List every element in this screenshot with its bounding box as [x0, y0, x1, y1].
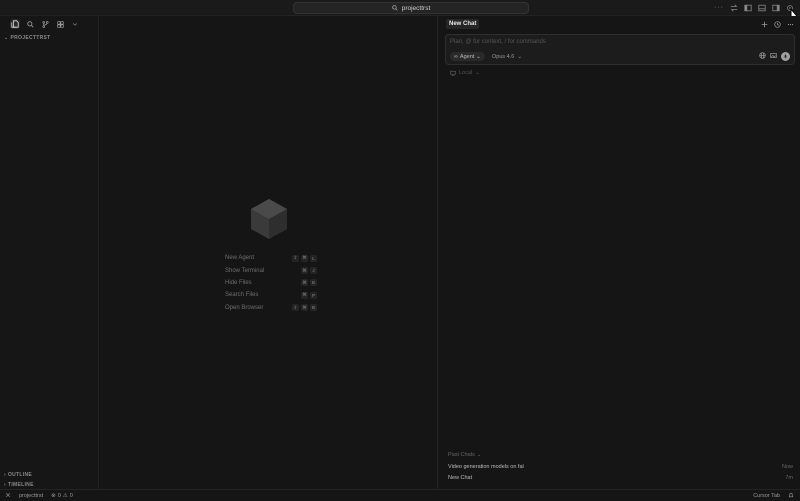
files-icon[interactable] [10, 19, 20, 29]
outline-label: OUTLINE [7, 472, 33, 478]
key-cap: ⌘ [301, 267, 308, 275]
chat-input-placeholder[interactable]: Plan, @ for context, / for commands [450, 39, 546, 45]
source-control-icon[interactable] [40, 19, 50, 29]
error-icon: ⊗ [51, 493, 56, 499]
title-bar: projecttrst ··· [0, 0, 800, 16]
chevron-down-icon: ⌄ [476, 53, 481, 60]
past-chats-title: Past Chats [448, 452, 475, 458]
shortcut-row[interactable]: Search Files ⌘ P [225, 289, 317, 301]
shortcut-label: Show Terminal [225, 267, 265, 274]
shortcut-keys: ⌘ J [301, 267, 317, 275]
error-count: 0 [57, 493, 61, 499]
key-cap: ⌘ [301, 304, 308, 312]
past-chat-title: New Chat [448, 474, 473, 481]
timeline-section-header[interactable]: › TIMELINE [4, 482, 34, 488]
shortcut-row[interactable]: New Agent ⇧ ⌘ L [225, 252, 317, 264]
key-cap: L [310, 254, 317, 262]
monitor-icon [450, 70, 456, 76]
search-icon[interactable] [25, 19, 35, 29]
shortcut-row[interactable]: Hide Files ⌘ B [225, 277, 317, 289]
key-cap: ⌘ [301, 279, 308, 287]
shortcut-keys: ⌘ P [301, 291, 317, 299]
past-chat-time: 7m [785, 474, 793, 481]
shortcut-row[interactable]: Open Browser ⇧ ⌘ B [225, 302, 317, 314]
past-chats-list: Video generation models on fal Now New C… [448, 461, 793, 483]
image-icon[interactable] [770, 52, 777, 61]
environment-selector[interactable]: Local ⌄ [450, 70, 480, 76]
past-chat-time: Now [781, 463, 793, 470]
chevron-right-icon: › [4, 472, 6, 478]
chevron-down-icon: ⌄ [517, 53, 522, 60]
editor-empty-state: New Agent ⇧ ⌘ L Show Terminal ⌘ J Hide Files ⌘ B S… [99, 16, 437, 489]
chat-input-box[interactable]: Plan, @ for context, / for commands ∞ Ag… [445, 34, 795, 65]
chevron-down-icon: ⌄ [476, 452, 482, 458]
tab-new-chat[interactable]: New Chat [446, 19, 480, 29]
key-cap: B [310, 279, 317, 287]
model-label: Opus 4.6 [492, 53, 515, 60]
problems-indicator[interactable]: ⊗ 0 ⚠ 0 [51, 493, 73, 499]
key-cap: B [310, 304, 317, 312]
key-cap: ⌘ [301, 291, 308, 299]
chevron-right-icon: › [4, 482, 6, 488]
shortcut-label: Open Browser [225, 304, 264, 311]
microphone-button[interactable] [781, 51, 790, 61]
shortcut-list: New Agent ⇧ ⌘ L Show Terminal ⌘ J Hide Files ⌘ B S… [225, 252, 317, 314]
agent-label: Agent [459, 53, 475, 60]
shortcut-keys: ⇧ ⌘ L [292, 254, 317, 262]
list-item[interactable]: New Chat 7m [448, 472, 793, 483]
extensions-icon[interactable] [55, 19, 65, 29]
toggle-sidebar-icon[interactable] [744, 4, 752, 12]
search-icon [391, 5, 398, 11]
history-icon[interactable] [773, 20, 781, 28]
shortcut-keys: ⇧ ⌘ B [292, 304, 317, 312]
key-cap: P [310, 291, 317, 299]
more-icon[interactable]: ··· [714, 4, 724, 12]
chevron-down-icon: ⌄ [475, 70, 480, 76]
project-folder-header[interactable]: ⌄ PROJECTTRST [4, 35, 50, 41]
cursor-logo-icon [251, 199, 287, 239]
chevron-down-icon[interactable] [70, 19, 80, 29]
chevron-down-icon: ⌄ [4, 35, 9, 41]
remote-icon[interactable] [5, 492, 11, 500]
shortcut-label: Search Files [225, 292, 259, 299]
key-cap: ⌘ [301, 254, 308, 262]
more-icon[interactable] [786, 20, 794, 28]
past-chat-title: Video generation models on fal [448, 463, 524, 470]
list-item[interactable]: Video generation models on fal Now [448, 461, 793, 472]
key-cap: ⇧ [292, 304, 299, 312]
agent-mode-dropdown[interactable]: ∞ Agent ⌄ [450, 52, 485, 61]
warning-icon: ⚠ [62, 493, 68, 499]
cursor-tab-label[interactable]: Cursor Tab [753, 493, 780, 499]
warning-count: 0 [69, 493, 73, 499]
timeline-label: TIMELINE [7, 482, 34, 488]
key-cap: J [310, 267, 317, 275]
shortcut-row[interactable]: Show Terminal ⌘ J [225, 264, 317, 276]
globe-icon[interactable] [759, 51, 766, 61]
toggle-chat-icon[interactable] [772, 4, 780, 12]
local-label: Local [459, 70, 473, 76]
bell-icon[interactable] [788, 492, 794, 500]
swap-icon[interactable] [730, 4, 738, 12]
plus-icon[interactable] [760, 20, 768, 28]
branch-label[interactable]: projecttrst [19, 493, 43, 499]
status-bar: projecttrst ⊗ 0 ⚠ 0 Cursor Tab [0, 489, 800, 501]
shortcut-label: Hide Files [225, 279, 252, 286]
past-chats-header[interactable]: Past Chats ⌄ [448, 452, 482, 458]
project-folder-title: PROJECTTRST [10, 35, 51, 41]
shortcut-keys: ⌘ B [301, 279, 317, 287]
infinity-icon: ∞ [454, 53, 458, 60]
search-label: projecttrst [401, 4, 431, 12]
microphone-icon [783, 54, 788, 58]
key-cap: ⇧ [292, 254, 299, 262]
file-explorer-sidebar: ⌄ PROJECTTRST › OUTLINE › TIMELINE [0, 16, 99, 489]
chat-panel: New Chat Plan, @ for context, / for comm… [437, 16, 800, 489]
toggle-panel-icon[interactable] [758, 4, 766, 12]
shortcut-label: New Agent [225, 255, 255, 262]
model-selector[interactable]: Opus 4.6 ⌄ [492, 52, 522, 61]
command-search-bar[interactable]: projecttrst [293, 2, 529, 14]
outline-section-header[interactable]: › OUTLINE [4, 472, 32, 478]
